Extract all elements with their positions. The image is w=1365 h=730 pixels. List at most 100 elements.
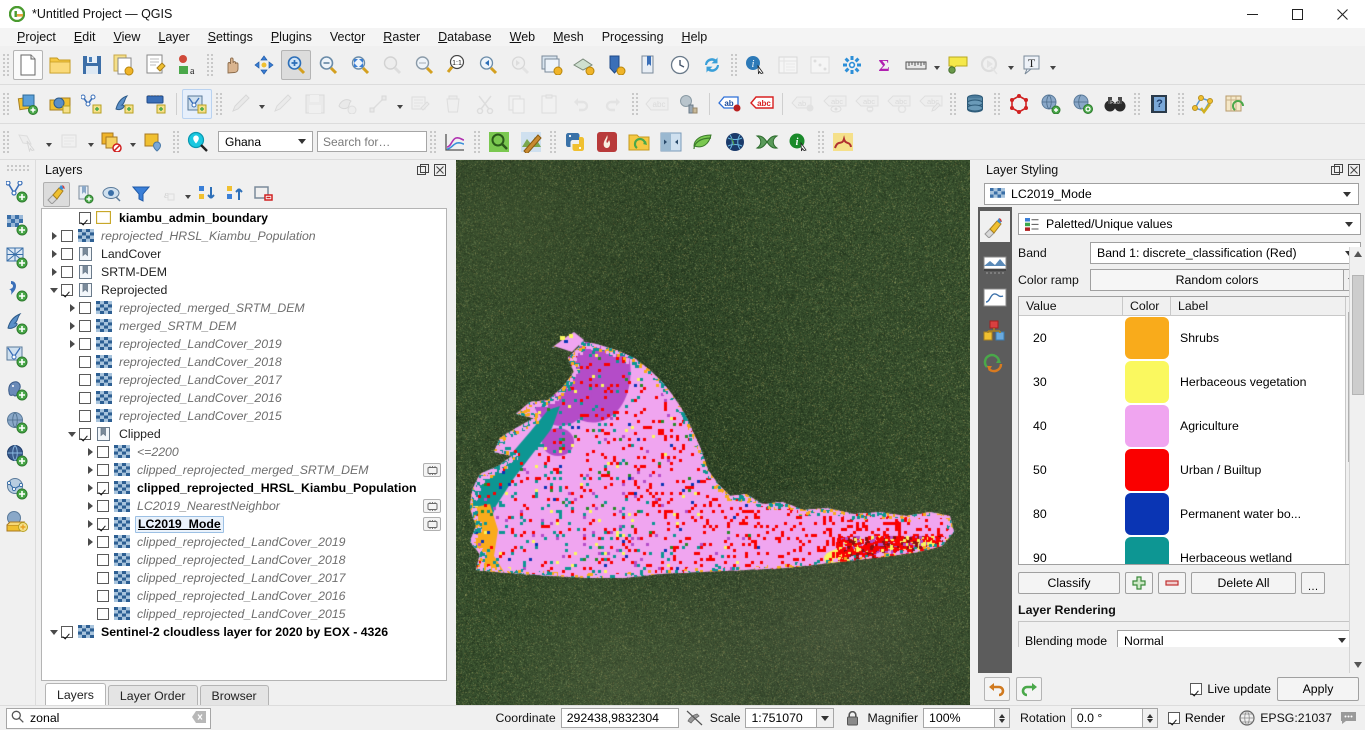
geocoder-search-input[interactable]: Search for… — [317, 131, 427, 152]
undo-icon[interactable] — [984, 677, 1010, 701]
toolbar-grip[interactable] — [429, 129, 437, 154]
python-console-icon[interactable] — [560, 127, 590, 157]
annotation-dropdown-arrow-icon[interactable] — [1048, 50, 1058, 80]
render-checkbox[interactable] — [1167, 712, 1180, 724]
layer-visibility-checkbox[interactable] — [97, 608, 109, 620]
coordinate-field[interactable]: 292438,9832304 — [560, 708, 679, 728]
expand-arrow-icon[interactable] — [83, 443, 97, 461]
new-shapefile-layer-icon[interactable] — [77, 89, 107, 119]
pan-to-selection-icon[interactable] — [249, 50, 279, 80]
open-project-icon[interactable] — [45, 50, 75, 80]
add-vector-layer-icon[interactable] — [3, 175, 33, 208]
temporal-controller-icon[interactable] — [665, 50, 695, 80]
transparency-tab-icon[interactable] — [980, 249, 1010, 280]
palette-label[interactable]: Herbaceous wetland — [1171, 551, 1360, 564]
zoom-plugin-icon[interactable] — [484, 127, 514, 157]
leaf-plugin-icon[interactable] — [688, 127, 718, 157]
layer-tree-item[interactable]: LC2019_NearestNeighbor — [42, 497, 446, 515]
zoom-to-layer-icon[interactable] — [409, 50, 439, 80]
layer-visibility-checkbox[interactable] — [97, 500, 109, 512]
action-dropdown-arrow-icon[interactable] — [1006, 50, 1016, 80]
new-geopackage-layer-icon[interactable] — [141, 89, 171, 119]
classify-button[interactable]: Classify — [1018, 572, 1120, 594]
palette-row[interactable]: 50 Urban / Builtup — [1019, 448, 1360, 492]
layer-visibility-checkbox[interactable] — [61, 248, 73, 260]
globe-plugin-icon[interactable] — [720, 127, 750, 157]
palette-value[interactable]: 40 — [1019, 419, 1123, 433]
layer-tree-item[interactable]: reprojected_merged_SRTM_DEM — [42, 299, 446, 317]
expression-dropdown-arrow-icon[interactable] — [128, 127, 138, 157]
toggle-extents-icon[interactable] — [686, 710, 703, 726]
expand-arrow-icon[interactable] — [47, 245, 61, 263]
palette-label[interactable]: Herbaceous vegetation — [1171, 375, 1360, 389]
apply-button[interactable]: Apply — [1277, 677, 1359, 701]
layer-visibility-checkbox[interactable] — [97, 482, 109, 494]
layer-tree-item[interactable]: merged_SRTM_DEM — [42, 317, 446, 335]
palette-value[interactable]: 30 — [1019, 375, 1123, 389]
scroll-up-icon[interactable] — [1351, 247, 1364, 260]
band-combo[interactable]: Band 1: discrete_classification (Red) — [1090, 242, 1361, 264]
toolbar-grip[interactable] — [215, 92, 223, 116]
expand-arrow-icon[interactable] — [47, 227, 61, 245]
select-dropdown-arrow-icon[interactable] — [44, 127, 54, 157]
undock-icon[interactable] — [1330, 163, 1344, 177]
zoom-in-icon[interactable] — [281, 50, 311, 80]
plot-icon[interactable] — [440, 127, 470, 157]
layer-visibility-checkbox[interactable] — [79, 302, 91, 314]
magnifier-stepper[interactable] — [995, 708, 1011, 728]
palette-value[interactable]: 20 — [1019, 331, 1123, 345]
palette-label[interactable]: Urban / Builtup — [1171, 463, 1360, 477]
close-icon[interactable] — [433, 163, 447, 177]
zoom-native-icon[interactable]: 1:1 — [441, 50, 471, 80]
add-mesh-layer-icon[interactable] — [3, 241, 33, 274]
layer-indicator-icon[interactable] — [423, 499, 441, 513]
menu-plugins[interactable]: Plugins — [262, 29, 321, 45]
close-icon[interactable] — [1347, 163, 1361, 177]
collapse-arrow-icon[interactable] — [47, 623, 61, 641]
palette-table-body[interactable]: 20 Shrubs 30 Herbaceous vegetation 40 Agricul… — [1019, 316, 1360, 564]
database-icon[interactable] — [960, 89, 990, 119]
split-view-plugin-icon[interactable] — [656, 127, 686, 157]
add-group-icon[interactable] — [71, 182, 98, 207]
color-swatch[interactable] — [1125, 361, 1169, 403]
rotation-field[interactable]: 0.0 ° — [1070, 708, 1143, 728]
refresh-table-icon[interactable] — [1220, 89, 1250, 119]
layer-indicator-icon[interactable] — [423, 517, 441, 531]
add-postgis-layer-icon[interactable] — [3, 373, 33, 406]
layers-panel-splitter[interactable] — [447, 160, 456, 705]
toolbar-grip[interactable] — [1177, 92, 1185, 116]
help-contents-icon[interactable]: ? — [1144, 89, 1174, 119]
toolbar-grip[interactable] — [2, 92, 10, 116]
crs-label[interactable]: EPSG:21037 — [1260, 711, 1332, 725]
layer-visibility-checkbox[interactable] — [97, 554, 109, 566]
clear-icon[interactable] — [192, 710, 206, 726]
binoculars-icon[interactable]: F.20 — [1100, 89, 1130, 119]
options-icon[interactable] — [837, 50, 867, 80]
palette-row[interactable]: 20 Shrubs — [1019, 316, 1360, 360]
remove-layer-group-icon[interactable] — [250, 182, 277, 207]
toolbar-grip[interactable] — [1133, 92, 1141, 116]
identify-features-icon[interactable]: i — [741, 50, 771, 80]
render-type-combo[interactable]: Paletted/Unique values — [1018, 213, 1361, 235]
layer-visibility-checkbox[interactable] — [97, 590, 109, 602]
panel-tab-layers[interactable]: Layers — [45, 683, 106, 705]
layer-visibility-checkbox[interactable] — [97, 572, 109, 584]
layer-tree-item[interactable]: clipped_reprojected_LandCover_2016 — [42, 587, 446, 605]
palette-label[interactable]: Permanent water bo... — [1171, 507, 1360, 521]
refresh-icon[interactable] — [697, 50, 727, 80]
new-print-layout-2-icon[interactable] — [601, 50, 631, 80]
collapse-all-icon[interactable] — [222, 182, 249, 207]
layer-visibility-checkbox[interactable] — [79, 320, 91, 332]
close-button[interactable] — [1320, 0, 1365, 28]
color-swatch[interactable] — [1125, 493, 1169, 535]
palette-color-cell[interactable] — [1123, 493, 1171, 535]
layer-tree-item[interactable]: Clipped — [42, 425, 446, 443]
select-by-expression-icon[interactable] — [97, 127, 127, 157]
profile-tool-icon[interactable] — [828, 127, 858, 157]
filter-legend-icon[interactable] — [127, 182, 154, 207]
toolbar-grip[interactable] — [5, 164, 30, 172]
layer-visibility-checkbox[interactable] — [79, 374, 91, 386]
toolbar-grip[interactable] — [549, 129, 557, 154]
layer-visibility-checkbox[interactable] — [79, 356, 91, 368]
expand-all-icon[interactable] — [194, 182, 221, 207]
